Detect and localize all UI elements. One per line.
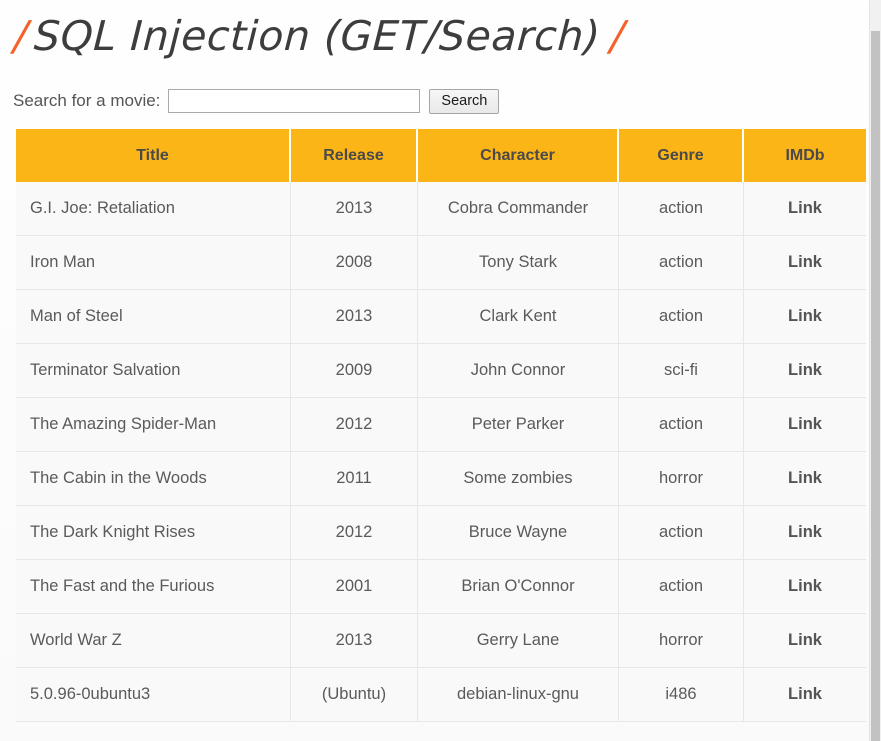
- column-header-title[interactable]: Title: [16, 129, 291, 182]
- imdb-link[interactable]: Link: [788, 577, 822, 595]
- cell-imdb[interactable]: Link: [744, 452, 866, 506]
- cell-title: The Cabin in the Woods: [16, 452, 291, 506]
- table-row: World War Z 2013 Gerry Lane horror Link: [16, 614, 866, 668]
- table-header: Title Release Character Genre IMDb: [16, 129, 866, 182]
- results-table-container: Title Release Character Genre IMDb G.I. …: [0, 116, 869, 722]
- table-row: 5.0.96-0ubuntu3 (Ubuntu) debian-linux-gnu i…: [16, 668, 866, 722]
- imdb-link[interactable]: Link: [788, 199, 822, 217]
- cell-character: Tony Stark: [418, 236, 619, 290]
- cell-genre: action: [619, 236, 744, 290]
- cell-title: Man of Steel: [16, 290, 291, 344]
- cell-character: Cobra Commander: [418, 182, 619, 236]
- cell-title: The Dark Knight Rises: [16, 506, 291, 560]
- cell-imdb[interactable]: Link: [744, 560, 866, 614]
- imdb-link[interactable]: Link: [788, 631, 822, 649]
- cell-release: 2013: [291, 614, 418, 668]
- cell-release: 2012: [291, 506, 418, 560]
- cell-title: The Fast and the Furious: [16, 560, 291, 614]
- cell-title: G.I. Joe: Retaliation: [16, 182, 291, 236]
- table-row: Man of Steel 2013 Clark Kent action Link: [16, 290, 866, 344]
- cell-character: Brian O'Connor: [418, 560, 619, 614]
- cell-genre: i486: [619, 668, 744, 722]
- cell-title: World War Z: [16, 614, 291, 668]
- cell-character: Clark Kent: [418, 290, 619, 344]
- cell-genre: sci-fi: [619, 344, 744, 398]
- column-header-imdb[interactable]: IMDb: [744, 129, 866, 182]
- cell-character: debian-linux-gnu: [418, 668, 619, 722]
- search-label: Search for a movie:: [13, 91, 161, 110]
- cell-release: 2008: [291, 236, 418, 290]
- table-row: The Fast and the Furious 2001 Brian O'Conn…: [16, 560, 866, 614]
- cell-release: (Ubuntu): [291, 668, 418, 722]
- cell-title: The Amazing Spider-Man: [16, 398, 291, 452]
- title-slash-left-icon: /: [12, 12, 30, 60]
- results-table: Title Release Character Genre IMDb G.I. …: [16, 129, 866, 722]
- table-row: The Cabin in the Woods 2011 Some zombies ho…: [16, 452, 866, 506]
- cell-release: 2013: [291, 182, 418, 236]
- scrollbar-thumb[interactable]: [871, 31, 880, 741]
- cell-title: Iron Man: [16, 236, 291, 290]
- imdb-link[interactable]: Link: [788, 685, 822, 703]
- imdb-link[interactable]: Link: [788, 415, 822, 433]
- cell-release: 2011: [291, 452, 418, 506]
- cell-imdb[interactable]: Link: [744, 344, 866, 398]
- column-header-release[interactable]: Release: [291, 129, 418, 182]
- table-body: G.I. Joe: Retaliation 2013 Cobra Commander…: [16, 182, 866, 722]
- page-container: /SQL Injection (GET/Search) / Search for …: [0, 0, 869, 741]
- cell-genre: action: [619, 560, 744, 614]
- table-row: Terminator Salvation 2009 John Connor sci-f…: [16, 344, 866, 398]
- cell-release: 2001: [291, 560, 418, 614]
- page-title: /SQL Injection (GET/Search) /: [0, 0, 869, 66]
- imdb-link[interactable]: Link: [788, 361, 822, 379]
- title-slash-right-icon: /: [609, 12, 627, 60]
- table-row: G.I. Joe: Retaliation 2013 Cobra Commander…: [16, 182, 866, 236]
- cell-imdb[interactable]: Link: [744, 290, 866, 344]
- cell-character: John Connor: [418, 344, 619, 398]
- imdb-link[interactable]: Link: [788, 523, 822, 541]
- cell-character: Peter Parker: [418, 398, 619, 452]
- imdb-link[interactable]: Link: [788, 253, 822, 271]
- cell-genre: action: [619, 290, 744, 344]
- cell-release: 2012: [291, 398, 418, 452]
- search-form: Search for a movie: Search: [0, 66, 869, 116]
- column-header-genre[interactable]: Genre: [619, 129, 744, 182]
- cell-character: Some zombies: [418, 452, 619, 506]
- cell-release: 2013: [291, 290, 418, 344]
- column-header-character[interactable]: Character: [418, 129, 619, 182]
- cell-imdb[interactable]: Link: [744, 614, 866, 668]
- cell-imdb[interactable]: Link: [744, 506, 866, 560]
- cell-title: 5.0.96-0ubuntu3: [16, 668, 291, 722]
- table-header-row: Title Release Character Genre IMDb: [16, 129, 866, 182]
- imdb-link[interactable]: Link: [788, 307, 822, 325]
- cell-genre: horror: [619, 614, 744, 668]
- cell-imdb[interactable]: Link: [744, 398, 866, 452]
- cell-imdb[interactable]: Link: [744, 668, 866, 722]
- cell-title: Terminator Salvation: [16, 344, 291, 398]
- imdb-link[interactable]: Link: [788, 469, 822, 487]
- cell-imdb[interactable]: Link: [744, 182, 866, 236]
- vertical-scrollbar[interactable]: [869, 0, 881, 741]
- cell-genre: action: [619, 182, 744, 236]
- table-row: The Amazing Spider-Man 2012 Peter Parker ac…: [16, 398, 866, 452]
- search-button[interactable]: Search: [429, 88, 500, 114]
- cell-genre: action: [619, 506, 744, 560]
- page-title-text: SQL Injection (GET/Search): [32, 12, 602, 60]
- cell-imdb[interactable]: Link: [744, 236, 866, 290]
- cell-release: 2009: [291, 344, 418, 398]
- cell-genre: action: [619, 398, 744, 452]
- table-row: The Dark Knight Rises 2012 Bruce Wayne acti…: [16, 506, 866, 560]
- cell-genre: horror: [619, 452, 744, 506]
- cell-character: Gerry Lane: [418, 614, 619, 668]
- cell-character: Bruce Wayne: [418, 506, 619, 560]
- search-input[interactable]: [168, 89, 421, 113]
- table-row: Iron Man 2008 Tony Stark action Link: [16, 236, 866, 290]
